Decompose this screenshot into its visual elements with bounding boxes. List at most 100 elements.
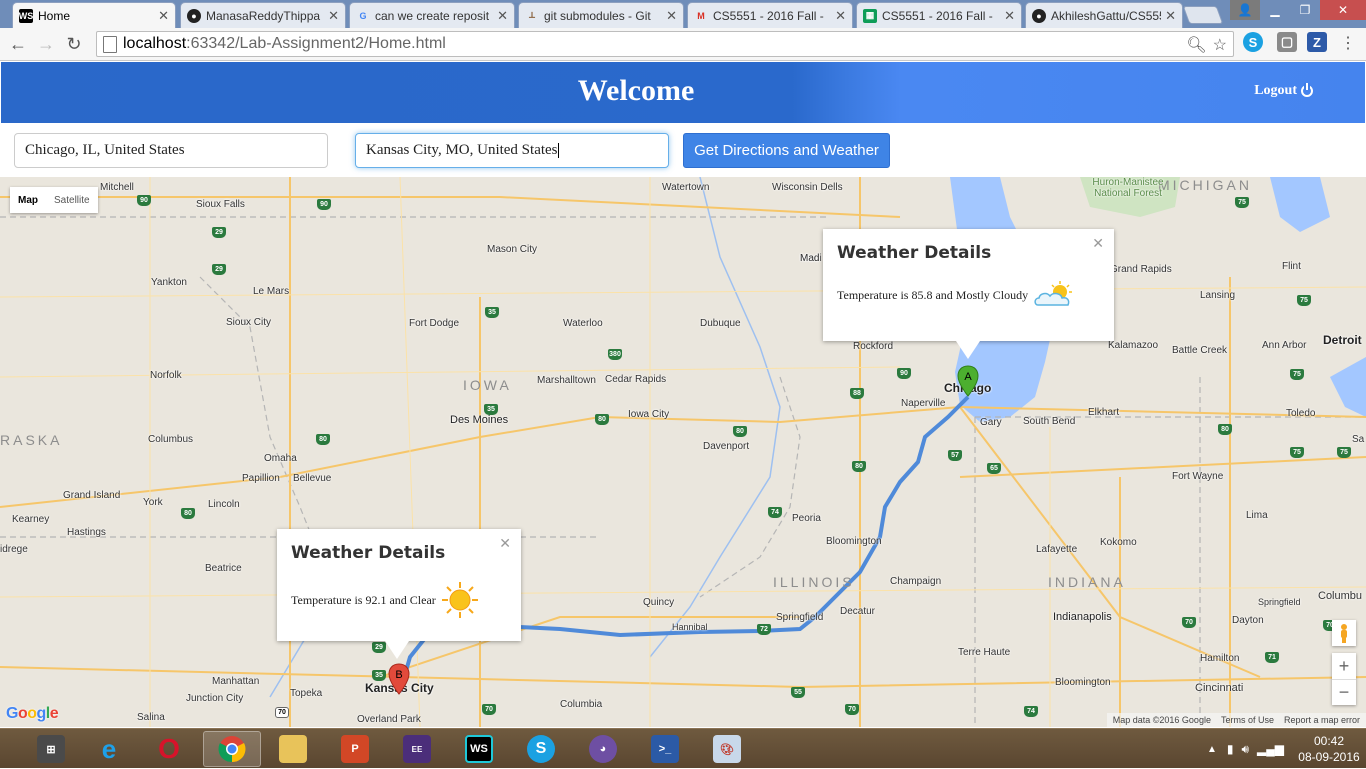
place-label: Topeka [290,688,323,699]
place-label-indianapolis: Indianapolis [1053,611,1112,623]
network-icon[interactable]: ▂▄▆ [1257,742,1284,756]
tab-label: CS5551 - 2016 Fall - [882,8,993,23]
partly-cloudy-icon [1034,281,1073,306]
volume-icon[interactable]: 🔊︎ [1241,742,1249,757]
report-map-error-link[interactable]: Report a map error [1284,715,1360,725]
taskbar-file-explorer[interactable] [264,731,322,767]
taskbar-clock[interactable]: 00:42 08-09-2016 [1292,733,1366,765]
google-logo: Google [6,705,59,722]
state-label-nebraska: RASKA [0,432,63,448]
state-label-illinois: ILLINOIS [773,574,855,590]
extension-icon[interactable]: ▢ [1277,32,1297,52]
action-center-icon[interactable]: ▮ [1227,742,1234,756]
tab-github-manasa[interactable]: ● ManasaReddyThippa ✕ [180,2,346,28]
marker-b-icon[interactable]: B [388,663,410,695]
taskbar-eclipse-javaee[interactable]: EE [388,731,446,767]
taskbar-webstorm[interactable]: WS [450,731,508,767]
minimize-icon[interactable]: ▁ [1260,0,1290,20]
tab-close-icon[interactable]: ✕ [328,8,339,24]
place-label: Flint [1282,261,1301,272]
tab-close-icon[interactable]: ✕ [666,8,677,24]
interstate-shield-icon: 90 [137,195,151,206]
interstate-shield-icon: 74 [1024,706,1038,717]
destination-input[interactable]: Kansas City, MO, United States [355,133,669,168]
terms-of-use-link[interactable]: Terms of Use [1221,715,1274,725]
taskbar-github-desktop[interactable]: ◕ [574,731,632,767]
tray-expand-icon[interactable]: ▲ [1207,744,1217,755]
tab-gmail-cs5551[interactable]: M CS5551 - 2016 Fall - ✕ [687,2,853,28]
taskbar-skype[interactable]: S [512,731,570,767]
chrome-menu-icon[interactable]: ⋮ [1340,33,1356,53]
zotero-extension-icon[interactable]: Z [1307,32,1327,52]
tab-label: git submodules - Git [544,8,651,23]
taskbar-internet-explorer[interactable]: e [80,731,138,767]
restore-icon[interactable]: ❐ [1290,0,1320,20]
zoom-in-button[interactable]: + [1332,653,1356,679]
taskbar-paint[interactable]: 🎨︎ [698,731,756,767]
tab-close-icon[interactable]: ✕ [1004,8,1015,24]
tab-close-icon[interactable]: ✕ [835,8,846,24]
origin-input[interactable]: Chicago, IL, United States [14,133,328,168]
interstate-shield-icon: 75 [1297,295,1311,306]
tab-home[interactable]: WS Home ✕ [12,2,176,28]
info-window-tail [385,641,409,659]
place-label: Salina [137,712,165,723]
map-type-map[interactable]: Map [10,187,46,213]
skype-icon: S [527,735,555,763]
taskbar-powershell[interactable]: >_ [636,731,694,767]
place-label: Sa [1352,434,1365,445]
tab-sheets-cs5551[interactable]: ▦ CS5551 - 2016 Fall - ✕ [856,2,1022,28]
tab-google-search[interactable]: G can we create reposit ✕ [349,2,515,28]
webstorm-favicon-icon: WS [18,8,34,23]
map-type-control: Map Satellite [10,187,98,213]
zoom-search-icon[interactable]: 🔍︎ [1186,35,1206,55]
place-label: Bloomington [1055,677,1111,688]
user-profile-icon[interactable]: 👤 [1230,0,1260,20]
interstate-shield-icon: 90 [317,199,331,210]
forward-arrow-icon[interactable]: → [34,32,58,56]
interstate-shield-icon: 70 [845,704,859,715]
place-label: Lincoln [208,499,240,510]
powerpoint-icon: P [341,735,369,763]
taskbar-chrome[interactable] [203,731,261,767]
place-label: Cedar Rapids [605,374,667,385]
map-type-satellite[interactable]: Satellite [46,187,98,213]
place-label: Lansing [1200,290,1236,301]
info-window-close-icon[interactable]: ✕ [499,535,511,552]
marker-a-icon[interactable]: A [957,365,979,397]
zoom-out-button[interactable]: − [1332,679,1356,705]
tab-github-akhilesh[interactable]: ● AkhileshGattu/CS555 ✕ [1025,2,1183,28]
page-header: Welcome Logout [1,62,1365,123]
reload-icon[interactable]: ↻ [62,32,86,56]
info-window-kansas-city: ✕ Weather Details Temperature is 92.1 an… [277,529,521,659]
taskbar-opera[interactable]: O [140,731,198,767]
map-data-credit: Map data ©2016 Google [1112,715,1211,725]
back-arrow-icon[interactable]: ← [6,32,30,56]
interstate-shield-icon: 80 [733,426,747,437]
address-bar[interactable]: localhost:63342/Lab-Assignment2/Home.htm… [96,31,1234,57]
place-label: Dubuque [700,318,741,329]
pegman-icon[interactable] [1332,620,1356,646]
place-label: Lafayette [1036,544,1078,555]
bookmark-star-icon[interactable]: ☆ [1213,35,1227,55]
window-close-icon[interactable]: ✕ [1320,0,1366,20]
google-map[interactable]: Map Satellite IOWA ILLINOIS INDIANA MICH… [0,177,1366,727]
info-window-close-icon[interactable]: ✕ [1092,235,1104,252]
info-window-title: Weather Details [837,243,992,263]
eclipse-ide-icon: EE [403,735,431,763]
place-label: Naperville [901,398,946,409]
sheets-favicon-icon: ▦ [863,8,877,23]
logout-link[interactable]: Logout [1254,83,1313,99]
place-label: Decatur [840,606,876,617]
tab-git-submodules[interactable]: ⟂ git submodules - Git ✕ [518,2,684,28]
folder-icon [279,735,307,763]
tab-close-icon[interactable]: ✕ [1165,8,1176,24]
tab-close-icon[interactable]: ✕ [497,8,508,24]
get-directions-button[interactable]: Get Directions and Weather [683,133,890,168]
tab-close-icon[interactable]: ✕ [158,8,169,24]
taskbar-powerpoint[interactable]: P [326,731,384,767]
start-button[interactable]: ⊞ [22,731,80,767]
skype-extension-icon[interactable]: S [1243,32,1263,52]
power-icon [1301,83,1313,97]
new-tab-button[interactable] [1182,6,1224,24]
